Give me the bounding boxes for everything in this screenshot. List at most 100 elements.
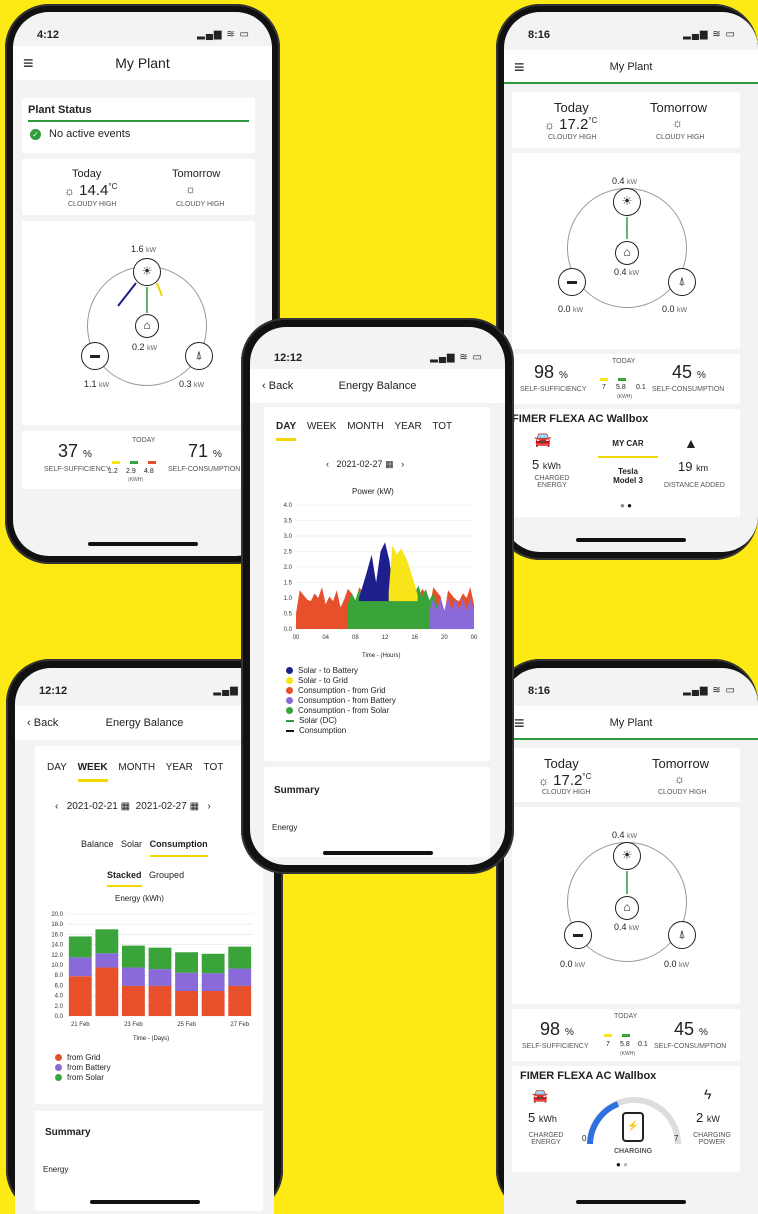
next-arrow-icon[interactable]: › xyxy=(401,459,404,469)
charging-power-value: 2 xyxy=(696,1110,704,1125)
tab-year[interactable]: YEAR xyxy=(166,762,193,773)
y-tick-label: 10.0 xyxy=(51,963,63,969)
menu-icon[interactable]: ≡ xyxy=(514,706,525,740)
tab-tot[interactable]: TOT xyxy=(432,421,452,432)
tab-month[interactable]: MONTH xyxy=(347,421,384,432)
day-power-chart: 4.03.53.02.52.01.51.00.50.000 04 08 12 16 20 0… xyxy=(284,503,478,641)
mode-stacked[interactable]: Stacked xyxy=(107,870,142,887)
road-icon: ▲ xyxy=(684,435,698,451)
menu-icon[interactable]: ≡ xyxy=(23,46,34,80)
calendar-icon[interactable]: ▦ xyxy=(190,801,199,812)
home-indicator[interactable] xyxy=(322,851,433,855)
y-tick-label: 0.0 xyxy=(284,627,293,633)
calendar-icon[interactable]: ▦ xyxy=(385,459,394,469)
unit: % xyxy=(565,1027,574,1038)
signal-wifi-battery-icon: ▂▄▆ ≋ ▭ xyxy=(683,29,736,40)
lightning-icon: ϟ xyxy=(704,1086,712,1102)
pager-dots[interactable]: ● ● xyxy=(620,501,632,510)
date-to[interactable]: 2021-02-27 xyxy=(136,801,187,812)
bar-segment xyxy=(95,929,119,954)
y-tick-label: 12.0 xyxy=(51,953,63,959)
bar-segment xyxy=(228,968,252,986)
legend-solar-grid: Solar - to Grid xyxy=(286,676,396,685)
cloud-sun-icon: ☼ xyxy=(538,774,549,788)
legend-label: Consumption - from Battery xyxy=(298,696,396,705)
my-car-tab[interactable]: MY CAR xyxy=(598,439,658,458)
car-icon: 🚘 xyxy=(534,431,552,447)
tab-week[interactable]: WEEK xyxy=(307,421,336,432)
temperature: 17.2 xyxy=(559,116,589,133)
tab-day[interactable]: DAY xyxy=(47,762,67,773)
legend-label: Consumption xyxy=(299,726,347,735)
prev-arrow-icon[interactable]: ‹ xyxy=(55,801,58,812)
calendar-icon[interactable]: ▦ xyxy=(121,801,130,812)
prev-arrow-icon[interactable]: ‹ xyxy=(326,459,329,469)
kpi-card: 37 % SELF-SUFFICIENCY TODAY 1.2 2.9 4.8 … xyxy=(22,431,255,489)
today-label: Today xyxy=(544,756,579,771)
tab-month[interactable]: MONTH xyxy=(118,762,155,773)
temp-unit: °C xyxy=(588,116,598,125)
home-indicator[interactable] xyxy=(87,542,198,546)
back-button[interactable]: ‹ Back xyxy=(27,706,58,740)
y-tick-label: 14.0 xyxy=(51,943,63,949)
self-sufficiency-label: SELF-SUFFICIENCY xyxy=(44,466,111,473)
y-tick-label: 3.0 xyxy=(284,534,293,540)
temperature: 17.2 xyxy=(553,772,583,789)
kpi-card: 98 % SELF-SUFFICIENCY TODAY 7 5.8 0.1 (k… xyxy=(512,354,740,404)
y-tick-label: 2.5 xyxy=(284,550,293,556)
bar-segment xyxy=(95,953,119,968)
home-indicator[interactable] xyxy=(576,1200,686,1204)
tab-day[interactable]: DAY xyxy=(276,421,297,441)
period-tabs: DAY WEEK MONTH YEAR TOT xyxy=(276,421,460,441)
phone-my-plant-2: 8:16 ▂▄▆ ≋ ▭ ≡ My Plant Today Tomorrow ☼ … xyxy=(496,4,758,560)
today-small: TODAY xyxy=(614,1013,638,1020)
energy-flow-card: 0.4 kW ☀ ⌂ 0.4 kW ▬ ⍋ 0.0 kW 0.0 kW xyxy=(512,153,740,349)
wallbox-title: FIMER FLEXA AC Wallbox xyxy=(520,1070,657,1082)
gauge-min: 0 xyxy=(582,1134,587,1143)
charged-energy-value: 5 xyxy=(532,457,540,472)
self-consumption-value: 71 xyxy=(188,441,209,461)
bar3: 0.1 xyxy=(636,384,646,391)
bar-segment xyxy=(201,953,225,974)
chart-title: Energy (kWh) xyxy=(115,894,164,903)
app-header: ‹ Back Energy Balance xyxy=(15,706,274,740)
page-title: My Plant xyxy=(609,717,653,729)
flow-arrows xyxy=(626,217,628,239)
subtab-balance[interactable]: Balance xyxy=(81,839,114,849)
y-tick-label: 3.5 xyxy=(284,519,293,525)
today-label: Today xyxy=(72,168,102,180)
y-tick-label: 2.0 xyxy=(55,1004,64,1010)
subtab-solar[interactable]: Solar xyxy=(121,839,142,849)
temp-unit: °C xyxy=(582,772,592,781)
home-indicator[interactable] xyxy=(576,538,686,542)
legend-cons-grid: Consumption - from Grid xyxy=(286,686,396,695)
y-tick-label: 20.0 xyxy=(51,912,63,918)
gauge-max: 7 xyxy=(674,1134,679,1143)
kpi-card: 98 % SELF-SUFFICIENCY TODAY 7 5.8 0.1 (k… xyxy=(512,1009,740,1061)
x-axis-label: Time - (Hours) xyxy=(362,653,401,659)
tab-tot[interactable]: TOT xyxy=(204,762,224,773)
legend-label: from Solar xyxy=(67,1073,104,1082)
subtab-consumption[interactable]: Consumption xyxy=(149,839,208,857)
date-field[interactable]: 2021-02-27 xyxy=(337,459,383,469)
menu-icon[interactable]: ≡ xyxy=(514,50,525,84)
distance-value: 19 xyxy=(678,459,693,474)
date-from[interactable]: 2021-02-21 xyxy=(67,801,118,812)
pager-dots[interactable]: ● ● xyxy=(616,1160,628,1169)
summary-card: Summary Energy xyxy=(35,1111,263,1211)
mode-grouped[interactable]: Grouped xyxy=(149,870,184,880)
plant-status-title: Plant Status xyxy=(28,104,249,122)
cond-tomorrow: CLOUDY HIGH xyxy=(656,134,705,141)
legend-label: from Grid xyxy=(67,1053,101,1062)
status-bar: 8:16 ▂▄▆ ≋ ▭ xyxy=(504,12,758,52)
car-model: Tesla Model 3 xyxy=(613,467,643,485)
wallbox-card: FIMER FLEXA AC Wallbox 🚘 5 kWh CHARGED E… xyxy=(512,409,740,517)
cloud-sun-icon: ☼ xyxy=(544,118,555,132)
tab-year[interactable]: YEAR xyxy=(395,421,422,432)
tab-week[interactable]: WEEK xyxy=(77,762,108,782)
cloud-sun-icon: ☼ xyxy=(64,184,75,198)
back-button[interactable]: ‹ Back xyxy=(262,369,293,403)
home-indicator[interactable] xyxy=(89,1200,200,1204)
flow-arrows xyxy=(117,282,163,313)
next-arrow-icon[interactable]: › xyxy=(207,801,210,812)
